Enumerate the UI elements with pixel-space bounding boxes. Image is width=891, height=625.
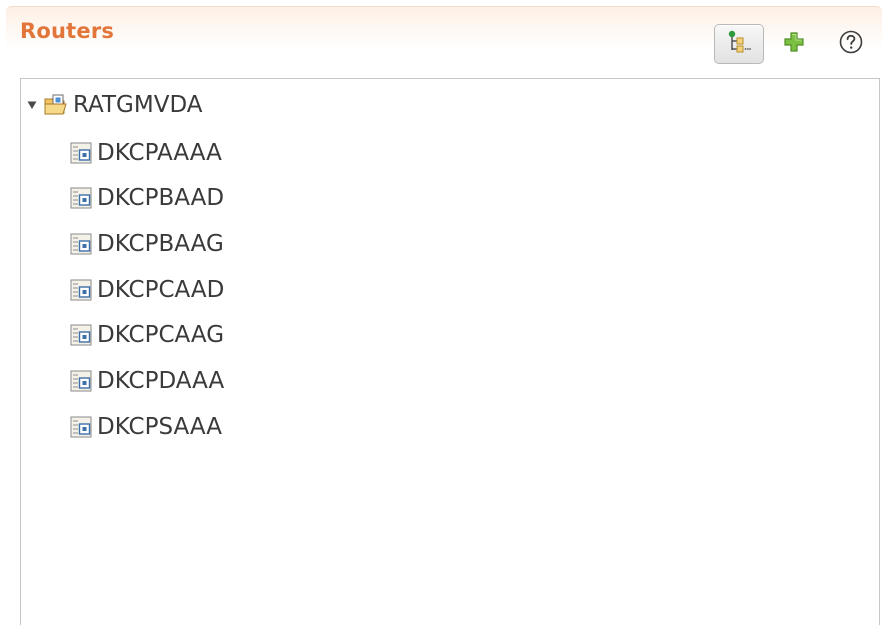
- tree-root-label: RATGMVDA: [73, 91, 203, 118]
- tree-item[interactable]: DKCPBAAG: [69, 226, 224, 262]
- router-file-icon: [69, 415, 93, 439]
- router-file-icon: [69, 141, 93, 165]
- router-file-icon: [69, 323, 93, 347]
- tree-item[interactable]: DKCPCAAD: [69, 272, 224, 308]
- tree-item[interactable]: DKCPSAAA: [69, 409, 222, 445]
- help-icon: [838, 29, 864, 59]
- tree-root-node[interactable]: RATGMVDA: [25, 87, 203, 123]
- routers-panel: Routers RATGMVDA DKCPAAAA DKCPBAAD DKCPB…: [0, 0, 891, 625]
- router-file-icon: [69, 369, 93, 393]
- tree-view-button[interactable]: [714, 24, 764, 64]
- tree-item-label: DKCPAAAA: [97, 139, 222, 166]
- router-file-icon: [69, 278, 93, 302]
- expand-toggle[interactable]: [25, 98, 39, 112]
- tree-item-label: DKCPBAAD: [97, 184, 225, 211]
- tree-item[interactable]: DKCPBAAD: [69, 180, 224, 216]
- router-tree: RATGMVDA DKCPAAAA DKCPBAAD DKCPBAAG DKCP…: [20, 78, 880, 625]
- tree-item-label: DKCPBAAG: [97, 230, 224, 257]
- tree-item[interactable]: DKCPCAAG: [69, 317, 224, 353]
- tree-view-icon: [726, 29, 752, 59]
- tree-item[interactable]: DKCPAAAA: [69, 135, 222, 171]
- tree-item-label: DKCPSAAA: [97, 413, 222, 440]
- folder-icon: [43, 93, 69, 117]
- chevron-down-icon: [27, 101, 37, 109]
- tree-item[interactable]: DKCPDAAA: [69, 363, 224, 399]
- tree-item-label: DKCPCAAD: [97, 276, 225, 303]
- tree-item-label: DKCPDAAA: [97, 367, 225, 394]
- add-icon: [783, 31, 805, 57]
- router-file-icon: [69, 186, 93, 210]
- add-button[interactable]: [780, 30, 808, 58]
- panel-title: Routers: [20, 19, 115, 43]
- tree-item-label: DKCPCAAG: [97, 321, 225, 348]
- help-button[interactable]: [836, 29, 866, 59]
- router-file-icon: [69, 232, 93, 256]
